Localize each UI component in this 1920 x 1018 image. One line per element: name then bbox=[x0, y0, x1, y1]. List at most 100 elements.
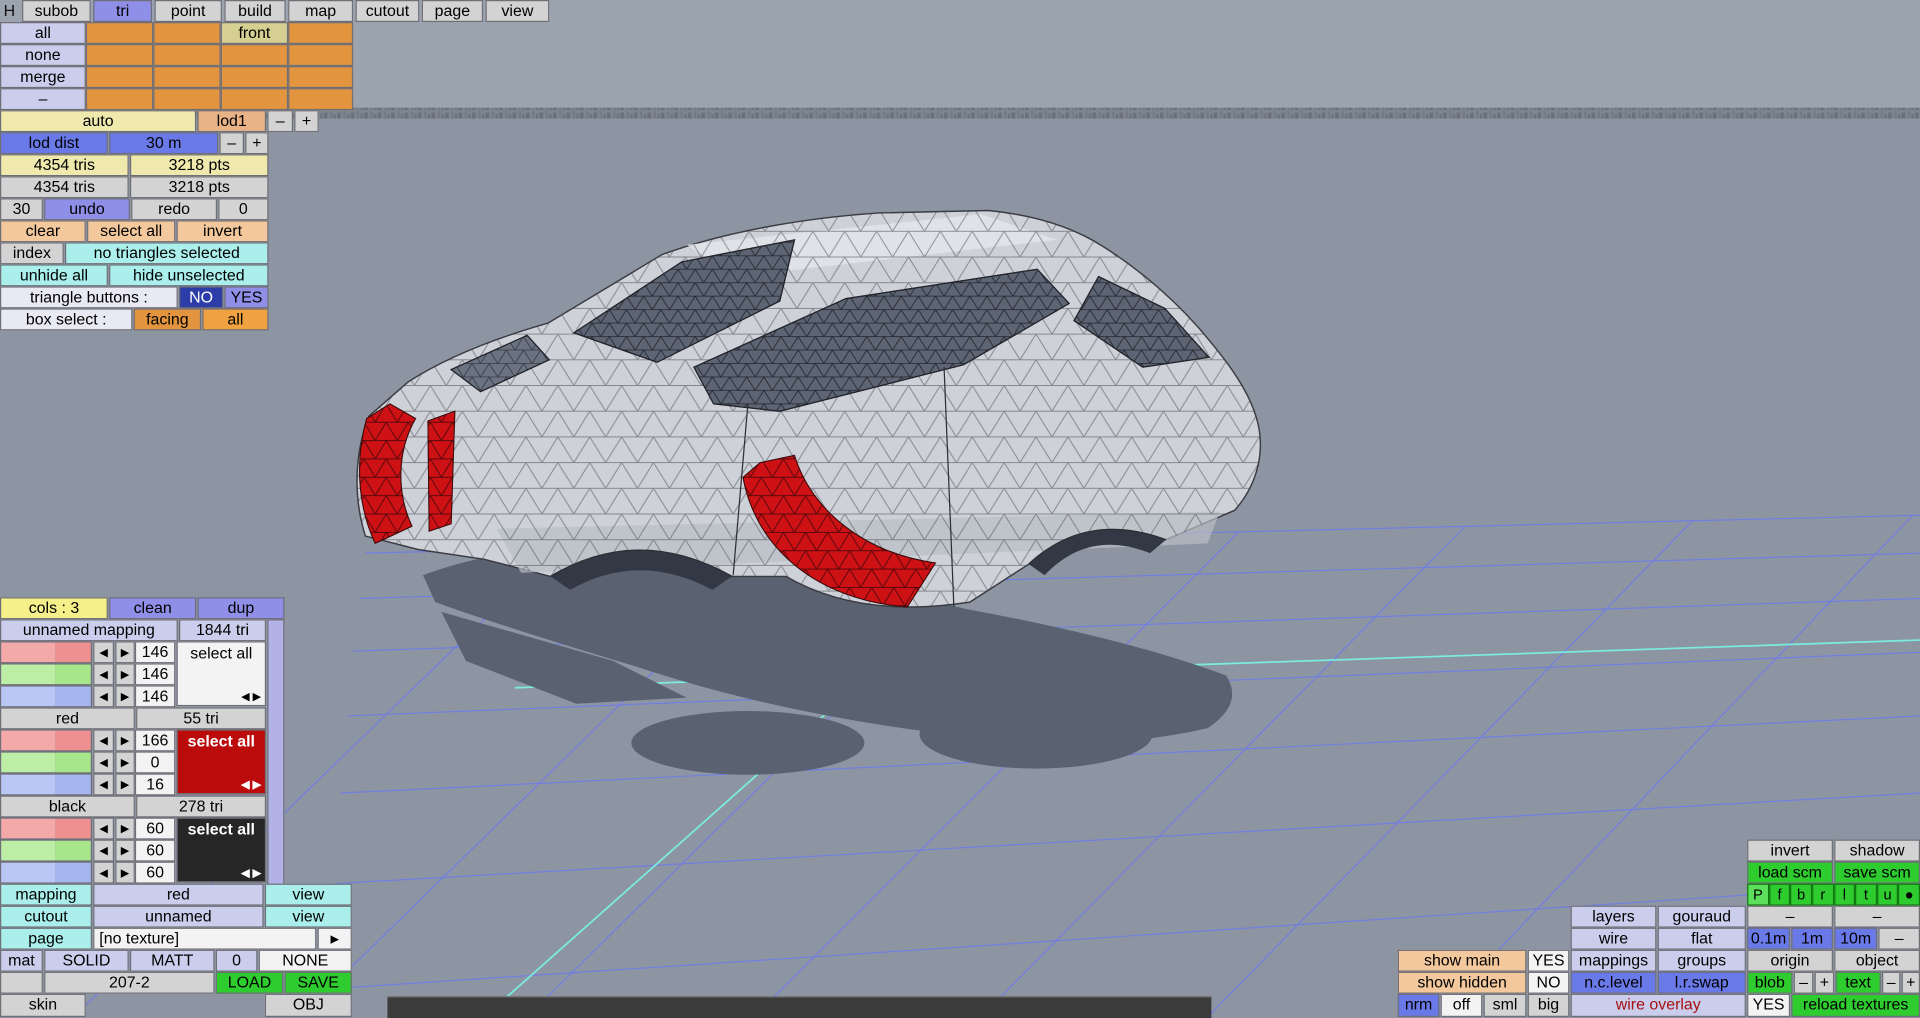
menu-build[interactable]: build bbox=[224, 0, 286, 23]
blue-channel-inc[interactable]: ▶ bbox=[115, 685, 135, 708]
mat-none-value[interactable]: NONE bbox=[258, 949, 352, 972]
text-minus-button[interactable]: – bbox=[1882, 971, 1901, 994]
show-hidden-value[interactable]: NO bbox=[1527, 971, 1570, 994]
group-page-next[interactable]: ▶ bbox=[253, 690, 261, 702]
red-channel-dec[interactable]: ◀ bbox=[93, 817, 115, 840]
green-channel-inc[interactable]: ▶ bbox=[115, 663, 135, 686]
flat-button[interactable]: flat bbox=[1657, 927, 1746, 950]
cols-count[interactable]: cols : 3 bbox=[0, 597, 108, 620]
triangle-buttons-no[interactable]: NO bbox=[179, 286, 224, 309]
color-group-name[interactable]: red bbox=[0, 707, 135, 730]
menu-map[interactable]: map bbox=[288, 0, 354, 23]
dash-button[interactable]: – bbox=[1878, 927, 1920, 950]
grid-cell[interactable] bbox=[220, 66, 289, 89]
green-channel-dec[interactable]: ◀ bbox=[93, 751, 115, 774]
obj-button[interactable]: OBJ bbox=[264, 993, 352, 1018]
save-button[interactable]: SAVE bbox=[284, 971, 352, 994]
skin-button[interactable]: skin bbox=[0, 993, 86, 1018]
dup-button[interactable]: dup bbox=[197, 597, 285, 620]
cutout-value[interactable]: unnamed bbox=[93, 905, 264, 928]
color-group-name[interactable]: black bbox=[0, 795, 135, 818]
mapping-value[interactable]: red bbox=[93, 883, 264, 906]
menu-view[interactable]: view bbox=[485, 0, 550, 23]
lod-plus-button[interactable]: + bbox=[294, 110, 319, 133]
nrm-button[interactable]: nrm bbox=[1397, 993, 1440, 1018]
blob-minus-button[interactable]: – bbox=[1793, 971, 1814, 994]
mat-zero-value[interactable]: 0 bbox=[215, 949, 258, 972]
grid-cell[interactable] bbox=[85, 44, 154, 67]
wire-button[interactable]: wire bbox=[1570, 927, 1657, 950]
show-main-button[interactable]: show main bbox=[1397, 949, 1527, 972]
box-select-facing[interactable]: facing bbox=[133, 308, 202, 331]
object-button[interactable]: object bbox=[1834, 949, 1920, 972]
menu-cutout[interactable]: cutout bbox=[355, 0, 420, 23]
groups-button[interactable]: groups bbox=[1657, 949, 1746, 972]
box-select-all[interactable]: all bbox=[202, 308, 269, 331]
hide-unselected-button[interactable]: hide unselected bbox=[109, 264, 269, 287]
grid-cell[interactable] bbox=[153, 22, 221, 45]
grid-cell[interactable] bbox=[220, 44, 289, 67]
grid-row-merge[interactable]: merge bbox=[0, 66, 86, 89]
grid-cell[interactable] bbox=[153, 66, 221, 89]
triangle-buttons-yes[interactable]: YES bbox=[224, 286, 269, 309]
lod-auto-button[interactable]: auto bbox=[0, 110, 197, 133]
text-button[interactable]: text bbox=[1835, 971, 1881, 994]
blob-button[interactable]: blob bbox=[1747, 971, 1793, 994]
grid-cell[interactable] bbox=[153, 44, 221, 67]
dash-button[interactable]: – bbox=[1834, 905, 1920, 928]
grid-01m-button[interactable]: 0.1m bbox=[1747, 927, 1791, 950]
group-select-all-button[interactable]: select all ◀ ▶ bbox=[176, 729, 267, 795]
page-next-button[interactable]: ▶ bbox=[317, 927, 352, 950]
nrm-sml-button[interactable]: sml bbox=[1483, 993, 1527, 1018]
group-page-prev[interactable]: ◀ bbox=[241, 866, 249, 878]
save-scm-button[interactable]: save scm bbox=[1834, 861, 1920, 884]
group-page-prev[interactable]: ◀ bbox=[241, 690, 249, 702]
wire-overlay-button[interactable]: wire overlay bbox=[1570, 993, 1746, 1018]
lod-level-button[interactable]: lod1 bbox=[197, 110, 267, 133]
group-page-prev[interactable]: ◀ bbox=[241, 778, 249, 790]
group-select-all-button[interactable]: select all ◀ ▶ bbox=[176, 817, 267, 883]
mat-solid-button[interactable]: SOLID bbox=[44, 949, 129, 972]
blue-channel-dec[interactable]: ◀ bbox=[93, 685, 115, 708]
red-channel-inc[interactable]: ▶ bbox=[115, 729, 135, 752]
wire-overlay-value[interactable]: YES bbox=[1747, 993, 1791, 1018]
grid-cell[interactable] bbox=[85, 88, 154, 111]
unhide-all-button[interactable]: unhide all bbox=[0, 264, 108, 287]
grid-row-none[interactable]: none bbox=[0, 44, 86, 67]
nrm-off-button[interactable]: off bbox=[1440, 993, 1483, 1018]
grid-cell[interactable] bbox=[288, 66, 354, 89]
undo-button[interactable]: undo bbox=[44, 198, 130, 221]
gouraud-button[interactable]: gouraud bbox=[1657, 905, 1746, 928]
green-channel-dec[interactable]: ◀ bbox=[93, 663, 115, 686]
viewport-3d[interactable] bbox=[0, 0, 1920, 1018]
grid-cell[interactable] bbox=[153, 88, 221, 111]
group-page-next[interactable]: ▶ bbox=[253, 778, 261, 790]
grid-cell-front[interactable]: front bbox=[220, 22, 289, 45]
lod-minus-button[interactable]: – bbox=[267, 110, 294, 133]
view-top-button[interactable]: t bbox=[1855, 883, 1877, 906]
menu-point[interactable]: point bbox=[154, 0, 222, 23]
view-right-button[interactable]: r bbox=[1811, 883, 1834, 906]
nc-level-button[interactable]: n.c.level bbox=[1570, 971, 1657, 994]
page-texture-value[interactable]: [no texture] bbox=[93, 927, 317, 950]
menu-subob[interactable]: subob bbox=[22, 0, 91, 23]
nrm-big-button[interactable]: big bbox=[1527, 993, 1570, 1018]
load-button[interactable]: LOAD bbox=[215, 971, 284, 994]
view-back-button[interactable]: b bbox=[1790, 883, 1812, 906]
mappings-button[interactable]: mappings bbox=[1570, 949, 1657, 972]
index-button[interactable]: index bbox=[0, 242, 64, 265]
red-channel-inc[interactable]: ▶ bbox=[115, 641, 135, 664]
blue-channel-inc[interactable]: ▶ bbox=[115, 773, 135, 796]
view-left-button[interactable]: l bbox=[1833, 883, 1856, 906]
show-hidden-button[interactable]: show hidden bbox=[1397, 971, 1527, 994]
cutout-view-button[interactable]: view bbox=[264, 905, 352, 928]
lod-dist-plus-button[interactable]: + bbox=[245, 132, 269, 155]
grid-cell[interactable] bbox=[288, 44, 354, 67]
reload-textures-button[interactable]: reload textures bbox=[1791, 993, 1920, 1018]
blue-channel-dec[interactable]: ◀ bbox=[93, 861, 115, 884]
view-perspective-button[interactable]: P bbox=[1747, 883, 1769, 906]
color-group-name[interactable]: unnamed mapping bbox=[0, 619, 178, 642]
mapping-view-button[interactable]: view bbox=[264, 883, 352, 906]
colors-scrollbar[interactable] bbox=[267, 619, 285, 885]
dash-button[interactable]: – bbox=[1747, 905, 1833, 928]
